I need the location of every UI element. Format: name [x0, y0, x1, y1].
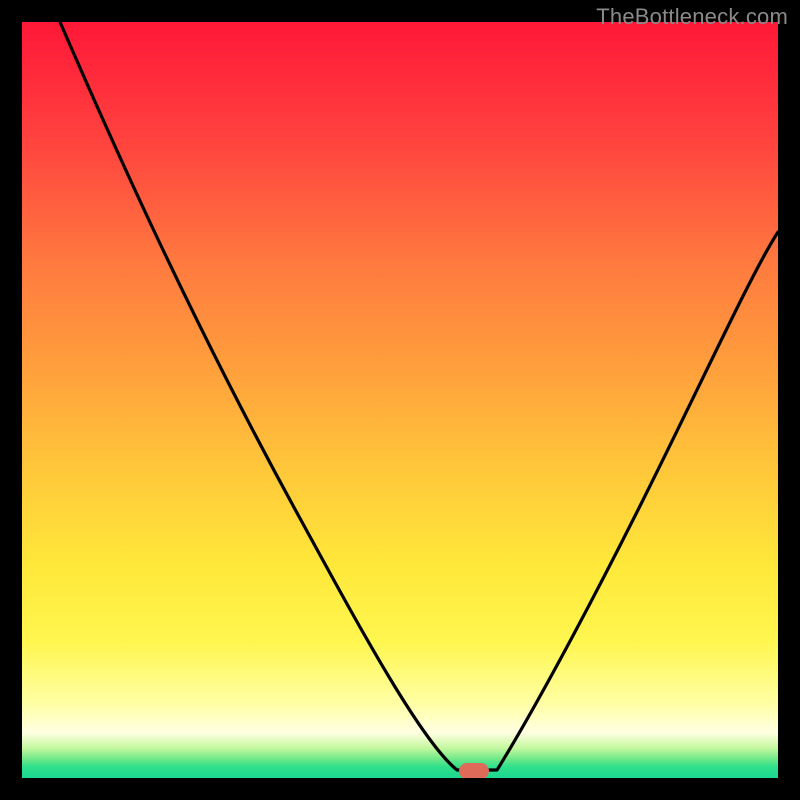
- plot-area: [22, 22, 778, 778]
- watermark-text: TheBottleneck.com: [596, 4, 788, 30]
- chart-frame: TheBottleneck.com: [0, 0, 800, 800]
- bottleneck-curve: [22, 22, 778, 778]
- curve-path: [60, 22, 778, 770]
- optimum-marker: [459, 763, 489, 778]
